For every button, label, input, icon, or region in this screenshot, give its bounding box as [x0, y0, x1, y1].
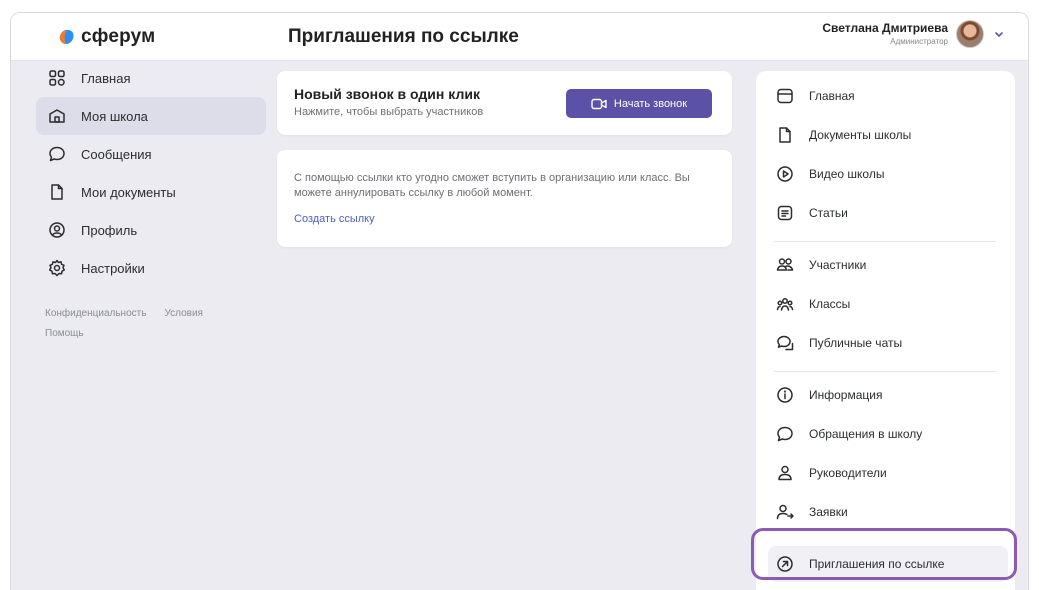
new-call-card[interactable]: Новый звонок в один клик Нажмите, чтобы … [277, 71, 732, 135]
school-menu-label: Документы школы [809, 128, 912, 142]
sidebar-item-my-documents[interactable]: Мои документы [36, 173, 266, 211]
school-menu-label: Информация [809, 388, 883, 402]
school-menu-label: Заявки [809, 505, 848, 519]
top-header: сферум Приглашения по ссылке Светлана Дм… [11, 13, 1028, 61]
invite-link-card: С помощью ссылки кто угодно сможет вступ… [277, 150, 732, 247]
info-icon [775, 385, 795, 405]
start-call-label: Начать звонок [613, 97, 688, 110]
sidebar-item-label: Профиль [81, 222, 138, 238]
group-icon [775, 294, 795, 314]
document-icon [775, 125, 795, 145]
person-icon [775, 463, 795, 483]
school-icon [47, 106, 67, 126]
sidebar-item-label: Главная [81, 70, 131, 86]
document-icon [47, 182, 67, 202]
chevron-down-icon[interactable] [994, 29, 1004, 39]
chat-icon [775, 333, 795, 353]
sidebar-item-settings[interactable]: Настройки [36, 249, 266, 287]
school-menu-leaders[interactable]: Руководители [768, 455, 1008, 491]
sidebar-item-label: Сообщения [81, 146, 152, 162]
school-menu-info[interactable]: Информация [768, 377, 1008, 413]
users-icon [775, 255, 795, 275]
message-icon [775, 424, 795, 444]
page-title: Приглашения по ссылке [288, 26, 519, 47]
school-menu-label: Публичные чаты [809, 336, 903, 350]
school-menu-label: Классы [809, 297, 851, 311]
school-menu-requests[interactable]: Заявки [768, 494, 1008, 530]
school-menu-label: Участники [809, 258, 867, 272]
school-menu-videos[interactable]: Видео школы [768, 156, 1008, 192]
school-menu-documents[interactable]: Документы школы [768, 117, 1008, 153]
create-link-button[interactable]: Создать ссылку [294, 213, 375, 225]
call-card-title: Новый звонок в один клик [294, 86, 480, 102]
user-name: Светлана Дмитриева [822, 21, 948, 35]
sidebar-item-messages[interactable]: Сообщения [36, 135, 266, 173]
school-menu-invite-links[interactable]: Приглашения по ссылке [768, 546, 1008, 582]
person-add-icon [775, 502, 795, 522]
menu-divider [774, 241, 996, 242]
menu-divider [774, 371, 996, 372]
sidebar-item-label: Мои документы [81, 184, 176, 200]
sidebar-item-label: Моя школа [81, 108, 148, 124]
terms-link[interactable]: Условия [164, 308, 203, 319]
sidebar-item-my-school[interactable]: Моя школа [36, 97, 266, 135]
school-menu-label: Обращения в школу [809, 427, 923, 441]
user-menu[interactable]: Светлана Дмитриева Администратор [822, 20, 1004, 48]
invite-link-description: С помощью ссылки кто угодно сможет вступ… [294, 172, 690, 199]
user-role: Администратор [890, 37, 948, 46]
school-menu-label: Главная [809, 89, 855, 103]
school-menu-public-chats[interactable]: Публичные чаты [768, 325, 1008, 361]
sidebar-item-profile[interactable]: Профиль [36, 211, 266, 249]
school-menu-panel: Главная Документы школы Видео школы Стат… [756, 71, 1015, 590]
school-menu-appeals[interactable]: Обращения в школу [768, 416, 1008, 452]
school-menu-home[interactable]: Главная [768, 78, 1008, 114]
video-camera-icon [591, 98, 607, 109]
school-menu-members[interactable]: Участники [768, 247, 1008, 283]
sidebar-item-home[interactable]: Главная [36, 59, 266, 97]
school-menu-label: Руководители [809, 466, 887, 480]
school-menu-articles[interactable]: Статьи [768, 195, 1008, 231]
school-menu-classes[interactable]: Классы [768, 286, 1008, 322]
home-grid-icon [47, 68, 67, 88]
school-menu-label: Приглашения по ссылке [809, 557, 945, 571]
play-icon [775, 164, 795, 184]
logo-text: сферум [81, 26, 156, 47]
profile-icon [47, 220, 67, 240]
privacy-link[interactable]: Конфиденциальность [45, 308, 146, 319]
left-sidebar: Главная Моя школа Сообщения Мои документ… [36, 59, 266, 344]
school-menu-label: Статьи [809, 206, 848, 220]
start-call-button[interactable]: Начать звонок [566, 89, 712, 118]
sidebar-item-label: Настройки [81, 260, 145, 276]
message-icon [47, 144, 67, 164]
help-link[interactable]: Помощь [45, 328, 84, 339]
school-menu-label: Видео школы [809, 167, 885, 181]
footer-links: Конфиденциальность Условия Помощь [36, 304, 266, 344]
logo[interactable]: сферум [59, 26, 155, 48]
call-card-subtitle: Нажмите, чтобы выбрать участников [294, 106, 484, 118]
article-icon [775, 203, 795, 223]
gear-icon [47, 258, 67, 278]
app-window: сферум Приглашения по ссылке Светлана Дм… [10, 12, 1029, 590]
arrow-up-right-circle-icon [775, 554, 795, 574]
home-card-icon [775, 86, 795, 106]
avatar[interactable] [956, 20, 984, 48]
sferum-logo-icon [59, 29, 74, 44]
